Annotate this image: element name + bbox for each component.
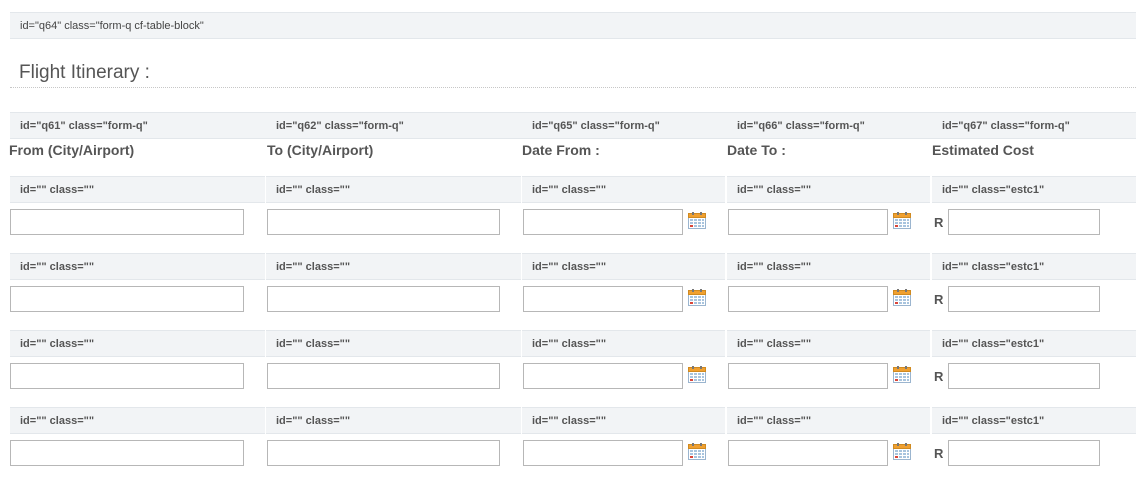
- calendar-icon[interactable]: [688, 366, 706, 383]
- cell-tag-text: id="" class="estc1": [942, 415, 1045, 427]
- column-tag-text: id="q62" class="form-q": [276, 120, 404, 132]
- cell-tag-to: id="" class="": [266, 330, 521, 357]
- cell-tag-date-from: id="" class="": [522, 330, 725, 357]
- cell-tag-from: id="" class="": [10, 253, 265, 280]
- cell-tag-date-from: id="" class="": [522, 407, 725, 434]
- currency-symbol: R: [934, 215, 944, 230]
- column-header-from: From (City/Airport): [9, 142, 135, 158]
- column-header-date-to: Date To :: [727, 142, 786, 158]
- column-tag-cost: id="q67" class="form-q": [932, 112, 1136, 139]
- cell-tag-cost: id="" class="estc1": [932, 407, 1136, 434]
- date-from-input[interactable]: [523, 286, 683, 312]
- calendar-icon[interactable]: [688, 289, 706, 306]
- cell-tag-text: id="" class="": [20, 338, 95, 350]
- cell-tag-text: id="" class="estc1": [942, 338, 1045, 350]
- cell-tag-from: id="" class="": [10, 330, 265, 357]
- cost-input[interactable]: [948, 363, 1100, 389]
- cell-tag-text: id="" class="": [737, 338, 812, 350]
- column-tag-text: id="q67" class="form-q": [942, 120, 1070, 132]
- cell-tag-text: id="" class="": [20, 261, 95, 273]
- cell-tag-text: id="" class="estc1": [942, 184, 1045, 196]
- cell-tag-text: id="" class="": [532, 415, 607, 427]
- currency-symbol: R: [934, 292, 944, 307]
- date-to-input[interactable]: [728, 209, 888, 235]
- section-title: Flight Itinerary :: [19, 62, 150, 83]
- currency-symbol: R: [934, 446, 944, 461]
- column-tag-from: id="q61" class="form-q": [10, 112, 266, 139]
- currency-symbol: R: [934, 369, 944, 384]
- cell-tag-text: id="" class="": [737, 415, 812, 427]
- cell-tag-text: id="" class="": [532, 338, 607, 350]
- cell-tag-date-to: id="" class="": [727, 330, 930, 357]
- column-tag-text: id="q61" class="form-q": [20, 120, 148, 132]
- cell-tag-text: id="" class="": [276, 261, 351, 273]
- column-tag-text: id="q65" class="form-q": [532, 120, 660, 132]
- cell-tag-text: id="" class="": [20, 184, 95, 196]
- cell-tag-text: id="" class="": [737, 261, 812, 273]
- calendar-icon[interactable]: [893, 289, 911, 306]
- cell-tag-text: id="" class="": [532, 184, 607, 196]
- block-tag: id="q64" class="form-q cf-table-block": [10, 12, 1136, 39]
- cell-tag-date-to: id="" class="": [727, 407, 930, 434]
- cell-tag-text: id="" class="estc1": [942, 261, 1045, 273]
- from-input[interactable]: [10, 286, 244, 312]
- cost-input[interactable]: [948, 440, 1100, 466]
- from-input[interactable]: [10, 440, 244, 466]
- date-from-input[interactable]: [523, 440, 683, 466]
- date-from-input[interactable]: [523, 209, 683, 235]
- calendar-icon[interactable]: [688, 212, 706, 229]
- cell-tag-text: id="" class="": [737, 184, 812, 196]
- cell-tag-text: id="" class="": [532, 261, 607, 273]
- calendar-icon[interactable]: [893, 443, 911, 460]
- date-to-input[interactable]: [728, 286, 888, 312]
- column-tag-date-from: id="q65" class="form-q": [522, 112, 727, 139]
- to-input[interactable]: [267, 363, 500, 389]
- cell-tag-text: id="" class="": [276, 338, 351, 350]
- column-tag-to: id="q62" class="form-q": [266, 112, 522, 139]
- cell-tag-text: id="" class="": [276, 415, 351, 427]
- cell-tag-from: id="" class="": [10, 407, 265, 434]
- column-header-date-from: Date From :: [522, 142, 600, 158]
- calendar-icon[interactable]: [893, 212, 911, 229]
- cell-tag-text: id="" class="": [20, 415, 95, 427]
- calendar-icon[interactable]: [688, 443, 706, 460]
- date-to-input[interactable]: [728, 363, 888, 389]
- cell-tag-date-from: id="" class="": [522, 176, 725, 203]
- cell-tag-to: id="" class="": [266, 176, 521, 203]
- from-input[interactable]: [10, 209, 244, 235]
- cell-tag-date-from: id="" class="": [522, 253, 725, 280]
- cell-tag-to: id="" class="": [266, 407, 521, 434]
- column-tag-date-to: id="q66" class="form-q": [727, 112, 932, 139]
- cell-tag-to: id="" class="": [266, 253, 521, 280]
- column-header-to: To (City/Airport): [267, 142, 374, 158]
- date-from-input[interactable]: [523, 363, 683, 389]
- cell-tag-cost: id="" class="estc1": [932, 253, 1136, 280]
- block-tag-text: id="q64" class="form-q cf-table-block": [20, 20, 204, 32]
- cell-tag-cost: id="" class="estc1": [932, 330, 1136, 357]
- cell-tag-date-to: id="" class="": [727, 176, 930, 203]
- column-header-cost: Estimated Cost: [932, 142, 1034, 158]
- cell-tag-cost: id="" class="estc1": [932, 176, 1136, 203]
- to-input[interactable]: [267, 286, 500, 312]
- calendar-icon[interactable]: [893, 366, 911, 383]
- to-input[interactable]: [267, 209, 500, 235]
- from-input[interactable]: [10, 363, 244, 389]
- cell-tag-date-to: id="" class="": [727, 253, 930, 280]
- cell-tag-from: id="" class="": [10, 176, 265, 203]
- cost-input[interactable]: [948, 286, 1100, 312]
- column-tag-text: id="q66" class="form-q": [737, 120, 865, 132]
- date-to-input[interactable]: [728, 440, 888, 466]
- cell-tag-text: id="" class="": [276, 184, 351, 196]
- section-divider: [10, 87, 1136, 88]
- to-input[interactable]: [267, 440, 500, 466]
- cost-input[interactable]: [948, 209, 1100, 235]
